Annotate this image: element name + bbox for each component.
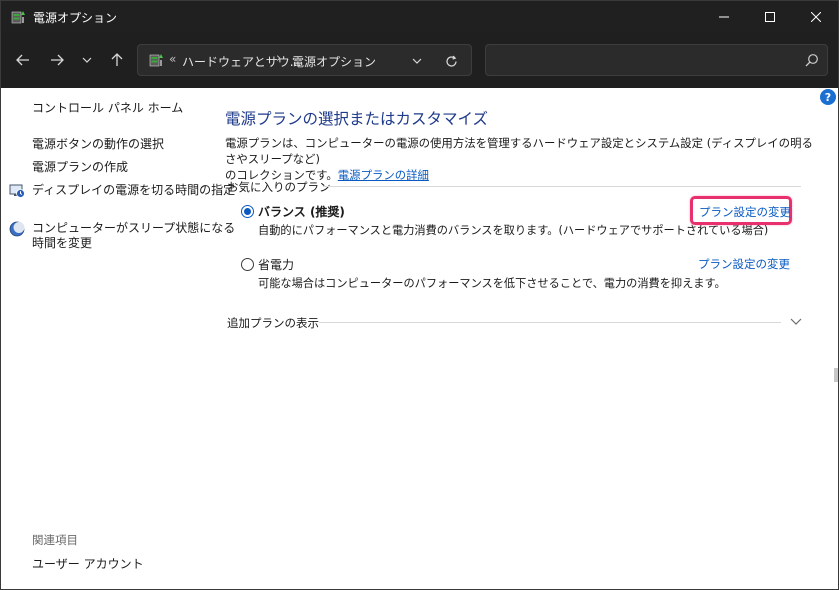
refresh-icon: [445, 55, 457, 67]
address-overflow-chevron[interactable]: «: [169, 52, 176, 66]
balanced-plan-name[interactable]: バランス (推奨): [258, 203, 345, 220]
power-saver-plan-description: 可能な場合はコンピューターのパフォーマンスを低下させることで、電力の消費を抑えま…: [258, 277, 726, 290]
content-area: ? コントロール パネル ホーム 電源ボタンの動作の選択 電源プランの作成 ディ…: [1, 88, 838, 589]
highlight-box: プラン設定の変更: [690, 196, 792, 225]
breadcrumb-separator[interactable]: ›: [276, 51, 281, 66]
page-title: 電源プランの選択またはカスタマイズ: [225, 110, 489, 128]
forward-arrow-icon: [51, 54, 64, 66]
forward-button[interactable]: [43, 46, 71, 74]
page-description: 電源プランは、コンピューターの電源の使用方法を管理するハードウェア設定とシステム…: [225, 135, 815, 183]
address-history-dropdown[interactable]: [408, 52, 426, 70]
power-saver-plan-change-settings-link[interactable]: プラン設定の変更: [698, 256, 790, 272]
recent-locations-button[interactable]: [77, 46, 97, 74]
search-icon: [805, 54, 818, 67]
sidebar-link-sleep-time-line1[interactable]: コンピューターがスリープ状態になる: [32, 221, 235, 236]
section-divider: [319, 322, 781, 323]
sidebar-link-power-button-action[interactable]: 電源ボタンの動作の選択: [32, 137, 164, 152]
scrollbar-handle[interactable]: [834, 368, 838, 382]
sidebar-link-sleep-time-line2[interactable]: 時間を変更: [32, 236, 92, 251]
chevron-down-icon: [82, 57, 92, 63]
chevron-down-icon[interactable]: [789, 317, 803, 327]
related-items-heading: 関連項目: [32, 533, 78, 547]
minimize-button[interactable]: [701, 1, 747, 32]
minimize-icon: [719, 16, 729, 17]
back-button[interactable]: [9, 46, 37, 74]
balanced-plan-radio[interactable]: [241, 205, 254, 218]
up-button[interactable]: [103, 46, 131, 74]
help-button[interactable]: ?: [820, 89, 836, 105]
section-divider: [323, 186, 801, 187]
chevron-down-icon: [412, 58, 422, 64]
maximize-button[interactable]: [747, 1, 793, 32]
breadcrumb-hardware-and-sound[interactable]: ハードウェアとサウ...: [182, 53, 301, 70]
sidebar-link-control-panel-home[interactable]: コントロール パネル ホーム: [32, 101, 183, 116]
help-icon: ?: [824, 90, 832, 104]
sidebar-link-create-power-plan[interactable]: 電源プランの作成: [32, 160, 128, 175]
balanced-plan-change-settings-link[interactable]: プラン設定の変更: [699, 204, 791, 220]
user-accounts-link[interactable]: ユーザー アカウント: [32, 555, 144, 572]
favorite-plans-heading: お気に入りのプラン: [227, 180, 331, 194]
title-bar: 電源オプション: [1, 1, 838, 32]
sidebar-link-display-off-time[interactable]: ディスプレイの電源を切る時間の指定: [32, 183, 235, 198]
power-plan-details-link[interactable]: 電源プランの詳細: [338, 168, 429, 182]
back-arrow-icon: [16, 54, 29, 66]
maximize-icon: [765, 11, 775, 22]
description-line-1: 電源プランは、コンピューターの電源の使用方法を管理するハードウェア設定とシステム…: [225, 136, 813, 166]
close-icon: [811, 11, 821, 22]
window-title: 電源オプション: [33, 11, 118, 25]
search-input[interactable]: [485, 44, 828, 76]
show-additional-plans-toggle[interactable]: 追加プランの表示: [227, 315, 319, 331]
breadcrumb-power-options[interactable]: 電源オプション: [292, 53, 376, 70]
up-arrow-icon: [111, 53, 123, 66]
sleep-icon: [9, 221, 25, 237]
power-saver-plan-radio[interactable]: [241, 258, 254, 271]
address-bar[interactable]: « ハードウェアとサウ... › 電源オプション: [137, 44, 472, 76]
power-saver-plan-name[interactable]: 省電力: [258, 256, 294, 273]
refresh-button[interactable]: [442, 52, 460, 70]
close-button[interactable]: [793, 1, 838, 32]
display-power-icon: [9, 184, 25, 198]
power-options-icon: [11, 11, 25, 24]
power-options-window: 電源オプション « ハードウェアとサウ... › 電源オプション ? コントロー…: [0, 0, 839, 590]
power-options-icon: [149, 54, 163, 67]
navigation-bar: « ハードウェアとサウ... › 電源オプション: [1, 32, 838, 88]
